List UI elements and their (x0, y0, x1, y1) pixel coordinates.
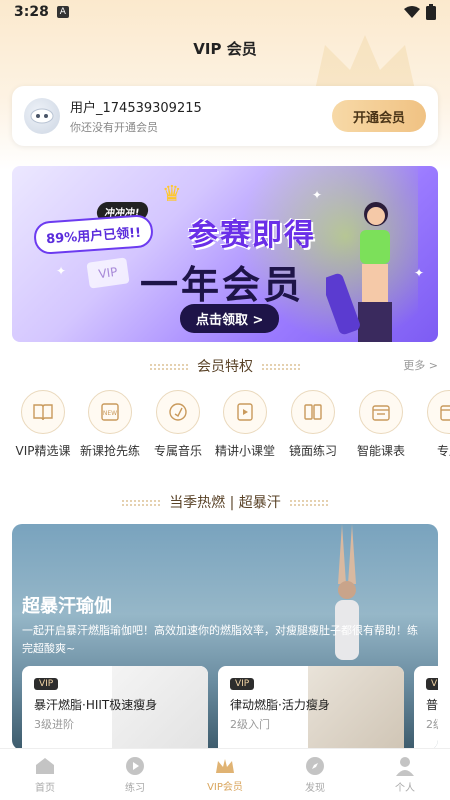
course-card[interactable]: VIP 普拉 2级 (414, 666, 438, 750)
svg-text:NEW: NEW (103, 410, 117, 417)
privileges-title-text: 会员特权 (197, 359, 253, 375)
page-title: VIP 会员 (193, 40, 257, 58)
course-card[interactable]: VIP 暴汗燃脂·HIIT极速瘦身 3级进阶 (22, 666, 208, 750)
tab-home[interactable]: 首页 (0, 749, 90, 800)
hot-feature-card[interactable]: 超暴汗瑜伽 一起开启暴汗燃脂瑜伽吧！高效加速你的燃脂效率，对瘦腿瘦肚子都很有帮助… (12, 524, 438, 750)
mirror-icon (291, 390, 335, 434)
title-decoration (149, 363, 189, 371)
privilege-label: 专属 (436, 444, 450, 458)
new-icon: NEW (88, 390, 132, 434)
avatar[interactable] (24, 98, 60, 134)
avatar-face-icon (30, 108, 54, 124)
tab-discover[interactable]: 发现 (270, 749, 360, 800)
crown-icon: ♛ (162, 182, 182, 207)
tab-vip[interactable]: VIP会员 (180, 749, 270, 800)
person-icon (396, 756, 414, 776)
tab-profile[interactable]: 个人 (360, 749, 450, 800)
vip-badge: VIP (426, 678, 438, 690)
course-title: 律动燃脂·活力瘦身 (230, 698, 330, 712)
tab-label: VIP会员 (207, 781, 243, 793)
bottom-tab-bar: 首页 练习 VIP会员 发现 个人 (0, 748, 450, 800)
vip-badge: VIP (230, 678, 255, 690)
hot-section-title: 当季热燃 | 超暴汗 (0, 492, 450, 512)
notification-icon: A (56, 6, 69, 18)
wifi-icon (404, 6, 420, 18)
privilege-item[interactable]: 专属 (409, 390, 450, 459)
title-decoration (261, 363, 301, 371)
compass-icon (306, 756, 324, 775)
membership-status: 你还没有开通会员 (70, 121, 158, 134)
sparkle-icon: ✦ (56, 264, 67, 278)
promo-banner[interactable]: ✦ ✦ ✦ 冲冲冲! 89%用户已领!! ♛ 参赛即得 VIP 一年会员 点击领… (12, 166, 438, 342)
privileges-section-title: 会员特权 (0, 356, 450, 376)
tab-label: 发现 (305, 782, 325, 794)
banner-vip-tag: VIP (86, 257, 130, 289)
play-icon (126, 756, 144, 775)
tab-label: 首页 (35, 782, 55, 794)
hot-card-title: 超暴汗瑜伽 (22, 596, 112, 617)
course-card[interactable]: VIP 律动燃脂·活力瘦身 2级入门 (218, 666, 404, 750)
hot-card-description: 一起开启暴汗燃脂瑜伽吧！高效加速你的燃脂效率，对瘦腿瘦肚子都很有帮助！练完超酸爽… (22, 624, 418, 655)
banner-tag-percent: 89%用户已领!! (32, 213, 154, 256)
calendar-icon (427, 390, 450, 434)
title-decoration (288, 499, 329, 507)
status-time: 3:28 (14, 4, 49, 20)
status-bar: 3:28 A (0, 0, 450, 24)
course-level: 2级入门 (230, 718, 270, 731)
course-title: 暴汗燃脂·HIIT极速瘦身 (34, 698, 158, 712)
banner-title-line2: 一年会员 (140, 263, 305, 307)
tab-label: 练习 (125, 782, 145, 794)
open-membership-button[interactable]: 开通会员 (332, 100, 426, 132)
course-title: 普拉 (426, 698, 438, 712)
vip-badge: VIP (34, 678, 59, 690)
home-icon (36, 757, 54, 774)
title-decoration (121, 499, 162, 507)
tab-label: 个人 (395, 782, 415, 794)
banner-claim-button[interactable]: 点击领取 > (180, 304, 280, 333)
more-privileges-link[interactable]: 更多 > (403, 357, 438, 373)
music-icon (156, 390, 200, 434)
course-level: 3级进阶 (34, 718, 74, 731)
banner-title-line1: 参赛即得 (188, 218, 316, 253)
calendar-icon (359, 390, 403, 434)
video-icon (223, 390, 267, 434)
user-card: 用户_174539309215 你还没有开通会员 开通会员 (12, 86, 438, 146)
book-icon (21, 390, 65, 434)
hot-title-text: 当季热燃 | 超暴汗 (169, 495, 281, 511)
athlete-illustration (326, 202, 392, 342)
user-name: 用户_174539309215 (70, 101, 202, 116)
tab-practice[interactable]: 练习 (90, 749, 180, 800)
crown-icon (216, 758, 234, 773)
course-level: 2级 (426, 718, 438, 731)
privileges-list: VIP精选课 NEW 新课抢先练 专属音乐 精讲小课堂 镜面练习 智能课表 专属 (0, 390, 450, 470)
battery-icon (426, 4, 436, 20)
sparkle-icon: ✦ (312, 188, 323, 202)
